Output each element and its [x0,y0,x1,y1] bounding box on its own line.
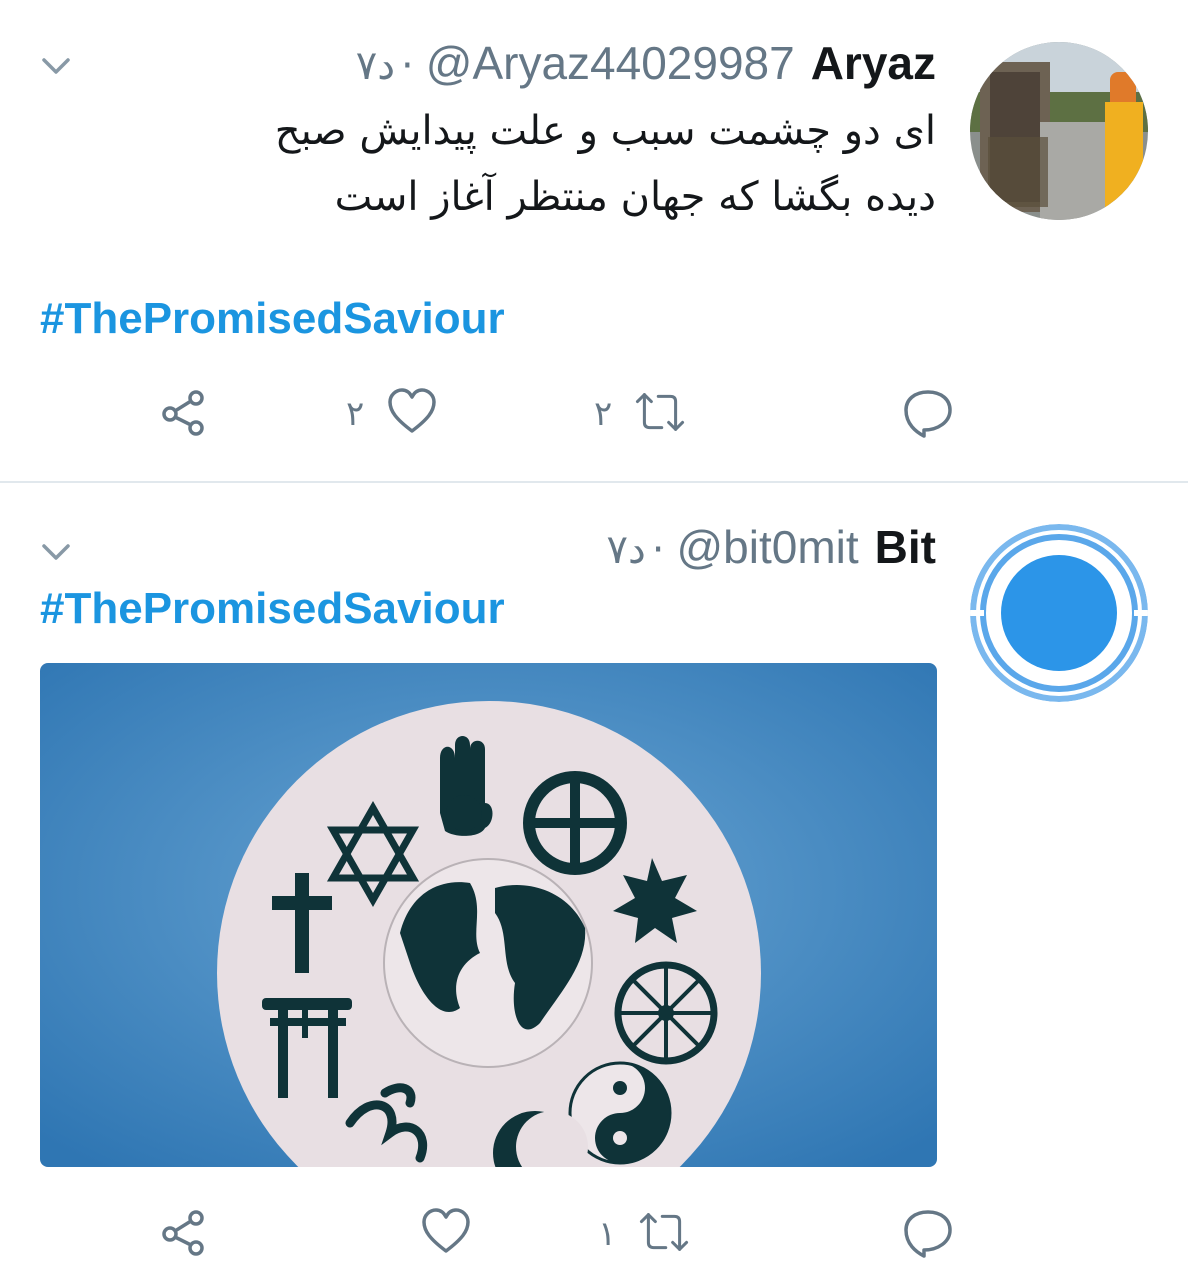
display-name[interactable]: Aryaz [811,36,936,90]
hashtag-link[interactable]: #ThePromisedSaviour [40,584,505,634]
reply-button[interactable] [880,1206,954,1262]
like-button[interactable]: ۲ [346,386,438,442]
separator: · [651,527,665,573]
tweet-text-line: ای دو چشمت سبب و علت پیدایش صبح [274,108,936,154]
share-button[interactable] [156,386,208,442]
tweet-actions: ۲ ۲ [0,386,1188,446]
tweet-text: ای دو چشمت سبب و علت پیدایش صبح دیده بگش… [236,98,936,230]
separator: · [401,43,414,89]
tweet-actions: ۱ [0,1206,1188,1266]
media-image[interactable] [40,663,937,1167]
like-button[interactable] [398,1206,472,1262]
timestamp[interactable]: ۷د [606,527,645,573]
like-icon [386,386,438,442]
avatar[interactable] [970,524,1148,702]
retweet-count: ۱ [598,1214,617,1254]
reply-icon [902,1206,954,1262]
display-name[interactable]: Bit [875,520,936,574]
chevron-down-icon[interactable] [38,534,74,570]
timestamp[interactable]: ۷د [356,43,395,89]
tweet[interactable]: ۷د · @bit0mit Bit #ThePromisedSaviour ۱ [0,482,1188,1280]
hashtag-link[interactable]: #ThePromisedSaviour [40,294,505,344]
share-icon [156,386,208,442]
retweet-button[interactable]: ۲ [594,386,686,442]
reply-icon [902,386,954,442]
user-handle[interactable]: @Aryaz44029987 [426,36,795,90]
share-icon [156,1206,208,1262]
tweet-text-line: دیده بگشا که جهان منتظر آغاز است [334,174,936,220]
reply-button[interactable] [880,386,954,442]
tweet[interactable]: ۷د · @Aryaz44029987 Aryaz ای دو چشمت سبب… [0,0,1188,481]
avatar[interactable] [970,42,1148,220]
chevron-down-icon[interactable] [38,48,74,84]
retweet-icon [638,1206,690,1262]
retweet-icon [634,386,686,442]
retweet-count: ۲ [594,394,613,434]
retweet-button[interactable]: ۱ [598,1206,690,1262]
tweet-header: ۷د · @Aryaz44029987 Aryaz [356,36,936,90]
tweet-header: ۷د · @bit0mit Bit [606,520,936,574]
like-icon [420,1206,472,1262]
share-button[interactable] [156,1206,208,1262]
like-count: ۲ [346,394,365,434]
user-handle[interactable]: @bit0mit [676,520,858,574]
